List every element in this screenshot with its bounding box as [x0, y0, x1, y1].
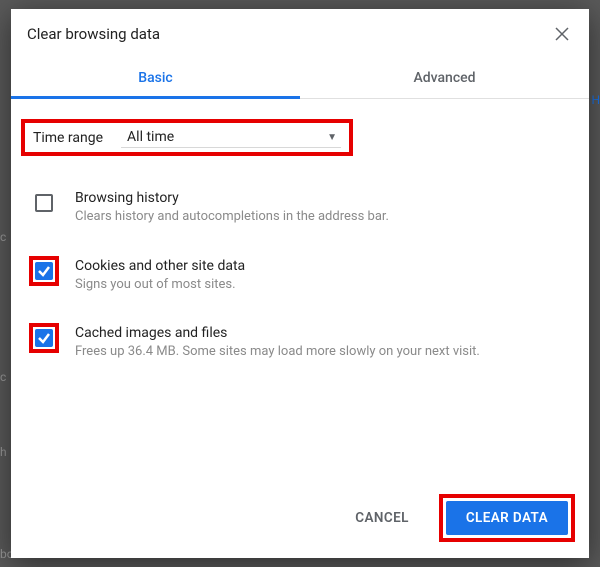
time-range-row: Time range All time ▼ — [21, 119, 353, 156]
option-desc: Clears history and autocompletions in th… — [75, 208, 571, 226]
time-range-value: All time — [127, 129, 174, 145]
dialog-footer: Cancel Clear data — [11, 480, 589, 558]
dialog-header: Clear browsing data — [11, 9, 589, 53]
checkmark-icon — [37, 331, 51, 345]
checkbox-wrap-history — [29, 188, 59, 218]
close-button[interactable] — [551, 23, 573, 45]
clear-data-button[interactable]: Clear data — [446, 501, 568, 535]
dialog-backdrop: c c h bookmarks bar H Clear browsing dat… — [0, 0, 600, 567]
option-cache: Cached images and files Frees up 36.4 MB… — [21, 317, 579, 371]
close-icon — [555, 27, 569, 41]
checkbox-browsing-history[interactable] — [35, 194, 53, 212]
dialog-title: Clear browsing data — [27, 25, 551, 43]
option-browsing-history: Browsing history Clears history and auto… — [21, 182, 579, 236]
time-range-select[interactable]: All time ▼ — [121, 127, 341, 148]
checkbox-wrap-cache — [29, 323, 59, 353]
chevron-down-icon: ▼ — [327, 132, 337, 143]
checkbox-wrap-cookies — [29, 256, 59, 286]
option-text-history: Browsing history Clears history and auto… — [75, 188, 571, 226]
option-text-cache: Cached images and files Frees up 36.4 MB… — [75, 323, 571, 361]
checkbox-cache[interactable] — [35, 329, 53, 347]
option-desc: Signs you out of most sites. — [75, 276, 571, 294]
option-title: Cached images and files — [75, 325, 571, 341]
dialog-body: Time range All time ▼ Browsing history C… — [11, 99, 589, 480]
option-cookies: Cookies and other site data Signs you ou… — [21, 250, 579, 304]
option-title: Browsing history — [75, 190, 571, 206]
tabs: Basic Advanced — [11, 57, 589, 99]
tab-advanced[interactable]: Advanced — [300, 57, 589, 98]
clear-data-highlight: Clear data — [439, 494, 575, 542]
option-text-cookies: Cookies and other site data Signs you ou… — [75, 256, 571, 294]
cancel-button[interactable]: Cancel — [335, 501, 429, 535]
option-desc: Frees up 36.4 MB. Some sites may load mo… — [75, 343, 571, 361]
clear-browsing-data-dialog: Clear browsing data Basic Advanced Time … — [11, 9, 589, 558]
checkmark-icon — [37, 264, 51, 278]
checkbox-cookies[interactable] — [35, 262, 53, 280]
time-range-label: Time range — [33, 130, 103, 146]
tab-basic[interactable]: Basic — [11, 57, 300, 98]
option-title: Cookies and other site data — [75, 258, 571, 274]
